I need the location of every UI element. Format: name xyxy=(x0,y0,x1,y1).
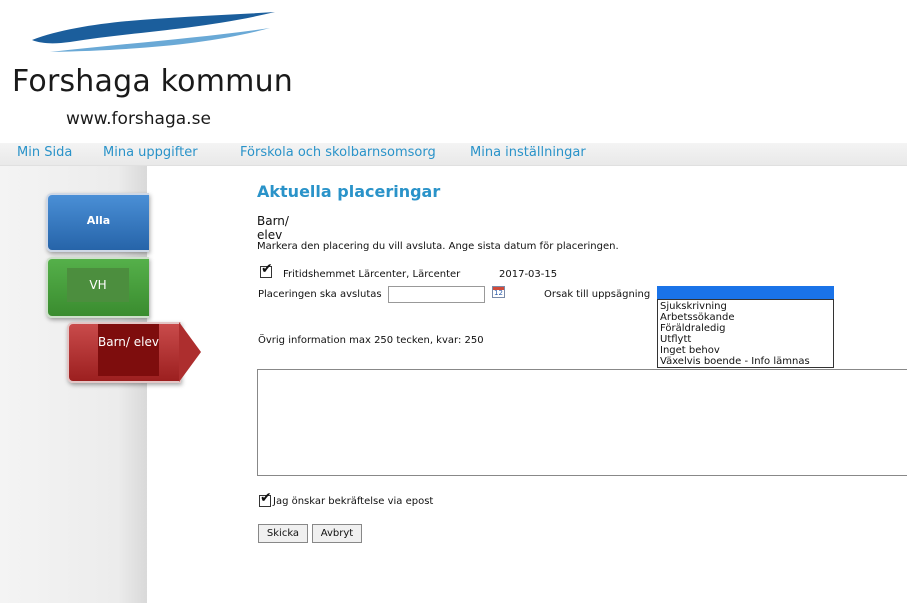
nav-forskola-och-skolbarnsomsorg[interactable]: Förskola och skolbarnsomsorg xyxy=(240,145,436,160)
sidebar-tab-label: VH xyxy=(67,268,129,302)
cancel-button[interactable]: Avbryt xyxy=(312,524,362,543)
tab-arrow-icon xyxy=(179,322,201,382)
instruction-text: Markera den placering du vill avsluta. A… xyxy=(257,241,619,252)
sidebar-tab-barn-elev[interactable]: Barn/ elev xyxy=(67,322,201,383)
other-info-textarea[interactable] xyxy=(257,369,907,476)
sidebar-tab-vh[interactable]: VH xyxy=(46,257,149,318)
top-navigation: Min Sida Mina uppgifter Förskola och sko… xyxy=(0,143,907,166)
send-button[interactable]: Skicka xyxy=(258,524,308,543)
nav-mina-installningar[interactable]: Mina inställningar xyxy=(470,145,586,160)
reason-dropdown-list: Sjukskrivning Arbetssökande Föräldraledi… xyxy=(657,299,834,368)
site-logo[interactable]: Forshaga kommun www.forshaga.se xyxy=(0,0,320,135)
end-date-label: Placeringen ska avslutas xyxy=(258,289,382,300)
reason-option-sjukskrivning[interactable]: Sjukskrivning xyxy=(658,301,833,312)
reason-select[interactable] xyxy=(657,286,834,299)
sidebar-tab-label: Alla xyxy=(86,214,111,227)
email-confirm-label: Jag önskar bekräftelse via epost xyxy=(273,496,434,507)
nav-mina-uppgifter[interactable]: Mina uppgifter xyxy=(103,145,198,160)
other-info-label: Övrig information max 250 tecken, kvar: … xyxy=(258,335,484,346)
logo-url: www.forshaga.se xyxy=(66,109,211,129)
reason-label: Orsak till uppsägning xyxy=(544,289,651,300)
wave-logo-icon xyxy=(32,12,275,52)
placement-date: 2017-03-15 xyxy=(499,269,558,280)
page-title: Aktuella placeringar xyxy=(257,182,441,201)
reason-option-arbetssokande[interactable]: Arbetssökande xyxy=(658,312,833,323)
email-confirm-checkbox[interactable]: ✔ xyxy=(259,491,272,507)
reason-option-inget-behov[interactable]: Inget behov xyxy=(658,345,833,356)
reason-option-foraldraledig[interactable]: Föräldraledig xyxy=(658,323,833,334)
calendar-icon[interactable]: 12 xyxy=(492,286,505,298)
placement-name: Fritidshemmet Lärcenter, Lärcenter xyxy=(283,269,461,280)
reason-option-utflytt[interactable]: Utflytt xyxy=(658,334,833,345)
checkmark-icon: ✔ xyxy=(260,490,272,506)
section-subtitle: Barn/ elev xyxy=(257,214,289,242)
placement-checkbox[interactable]: ✔ xyxy=(260,262,273,278)
end-date-input[interactable] xyxy=(388,286,485,303)
nav-min-sida[interactable]: Min Sida xyxy=(17,145,72,160)
sidebar-tab-alla[interactable]: Alla xyxy=(46,193,149,252)
logo-name: Forshaga kommun xyxy=(12,64,293,99)
checkmark-icon: ✔ xyxy=(261,261,273,277)
reason-option-vaxelvis-boende[interactable]: Växelvis boende - Info lämnas xyxy=(658,356,833,367)
sidebar-tab-label: Barn/ elev xyxy=(98,324,159,376)
